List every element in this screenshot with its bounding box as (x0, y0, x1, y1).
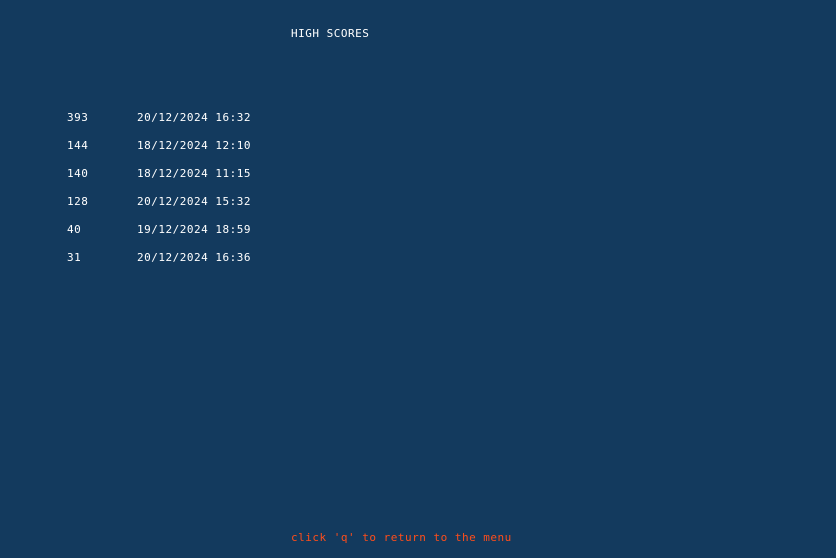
score-datetime: 19/12/2024 18:59 (137, 223, 251, 236)
score-datetime: 18/12/2024 12:10 (137, 139, 251, 152)
score-row: 128 20/12/2024 15:32 (67, 195, 327, 223)
high-score-list: 393 20/12/2024 16:32 144 18/12/2024 12:1… (67, 111, 327, 279)
page-title: HIGH SCORES (291, 27, 370, 40)
score-datetime: 20/12/2024 16:32 (137, 111, 251, 124)
score-row: 40 19/12/2024 18:59 (67, 223, 327, 251)
score-row: 140 18/12/2024 11:15 (67, 167, 327, 195)
score-value: 40 (67, 223, 82, 236)
score-value: 393 (67, 111, 89, 124)
score-datetime: 18/12/2024 11:15 (137, 167, 251, 180)
score-row: 144 18/12/2024 12:10 (67, 139, 327, 167)
score-row: 393 20/12/2024 16:32 (67, 111, 327, 139)
score-value: 128 (67, 195, 89, 208)
score-value: 144 (67, 139, 89, 152)
score-value: 31 (67, 251, 82, 264)
score-row: 31 20/12/2024 16:36 (67, 251, 327, 279)
score-datetime: 20/12/2024 16:36 (137, 251, 251, 264)
score-value: 140 (67, 167, 89, 180)
score-datetime: 20/12/2024 15:32 (137, 195, 251, 208)
return-to-menu-hint: click 'q' to return to the menu (291, 531, 512, 544)
